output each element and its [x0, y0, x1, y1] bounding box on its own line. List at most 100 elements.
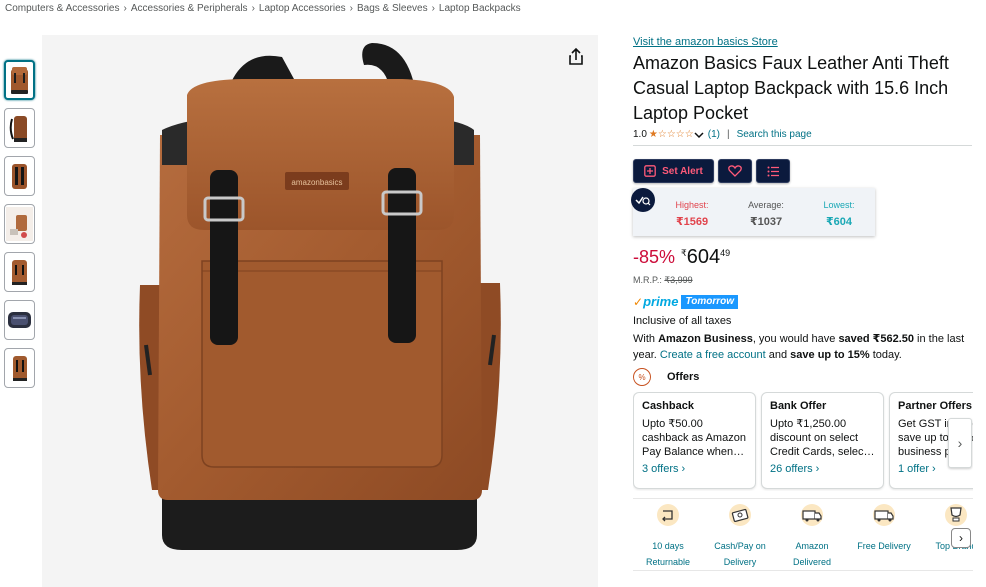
feature-label: Delivery — [723, 557, 757, 567]
feature-icons-row: 10 days Returnable Cash/Pay on Delivery Am… — [633, 502, 973, 572]
average-value: ₹1037 — [749, 216, 783, 228]
divider — [633, 570, 973, 571]
feature-label: Cash/Pay on — [714, 541, 766, 551]
prime-badge[interactable]: ✓ prime Tomorrow — [633, 294, 738, 309]
prime-check-icon: ✓ — [633, 294, 644, 309]
set-alert-label: Set Alert — [662, 165, 703, 177]
backpack-model-thumbnail — [13, 356, 27, 381]
offer-card-bank[interactable]: Bank Offer Upto ₹1,250.00 discount on se… — [761, 392, 884, 489]
backpack-side-thumbnail — [9, 116, 27, 142]
offers-percent-icon: % — [633, 368, 651, 386]
prime-logo: prime — [643, 294, 679, 309]
backpack-lifestyle-thumbnail — [6, 207, 33, 241]
offer-title: Partner Offers — [898, 400, 972, 412]
backpack-image: amazonbasics — [139, 43, 501, 550]
offers-header: % Offers — [633, 368, 699, 386]
product-main-image[interactable]: amazonbasics — [42, 35, 598, 587]
breadcrumb-separator: › — [431, 3, 435, 14]
breadcrumb-item[interactable]: Bags & Sleeves — [357, 3, 428, 14]
feature-cash-on-delivery[interactable]: Cash/Pay on Delivery — [705, 502, 775, 570]
chevron-right-icon[interactable]: › — [948, 418, 972, 468]
offer-title: Bank Offer — [770, 400, 827, 412]
offer-carousel: Cashback Upto ₹50.00 cashback as Amazon … — [633, 392, 973, 491]
offer-body: Upto ₹50.00 cashback as Amazon Pay Balan… — [642, 418, 746, 458]
share-icon[interactable] — [566, 47, 586, 67]
offer-link[interactable]: 26 offers › — [770, 463, 875, 475]
feature-label: Amazon — [795, 541, 829, 551]
amazon-delivered-icon — [777, 502, 847, 528]
returnable-icon — [633, 502, 703, 528]
business-text: and — [765, 349, 791, 361]
breadcrumb-item[interactable]: Laptop Backpacks — [439, 3, 521, 14]
feature-returnable[interactable]: 10 days Returnable — [633, 502, 703, 570]
lowest-price: Lowest: ₹604 — [809, 200, 869, 228]
create-account-link[interactable]: Create a free account — [660, 349, 766, 361]
rating-value: 1.0 — [633, 129, 647, 140]
price-history-box: Highest: ₹1569 Average: ₹1037 Lowest: ₹6… — [633, 188, 875, 236]
store-link[interactable]: Visit the amazon basics Store — [633, 36, 978, 48]
thumbnail-1[interactable] — [4, 60, 35, 100]
wishlist-button[interactable] — [718, 159, 752, 183]
list-icon — [767, 166, 779, 176]
price-list-button[interactable] — [756, 159, 790, 183]
thumbnail-strip — [4, 60, 37, 396]
business-text: today. — [869, 349, 902, 361]
cash-on-delivery-icon — [705, 502, 775, 528]
set-alert-button[interactable]: Set Alert — [633, 159, 714, 183]
offer-link[interactable]: 3 offers › — [642, 463, 747, 475]
breadcrumb-item[interactable]: Accessories & Peripherals — [131, 3, 248, 14]
backpack-front-thumbnail — [11, 67, 28, 94]
feature-label: Free Delivery — [857, 541, 911, 551]
chevron-right-icon[interactable]: › — [951, 528, 971, 548]
breadcrumb: Computers & Accessories › Accessories & Pe… — [5, 3, 521, 14]
product-title: Amazon Basics Faux Leather Anti Theft Ca… — [633, 53, 949, 123]
thumbnail-7[interactable] — [4, 348, 35, 388]
brand-tag-text: amazonbasics — [291, 178, 342, 187]
highest-value: ₹1569 — [675, 216, 709, 228]
breadcrumb-separator: › — [251, 3, 255, 14]
breadcrumb-item[interactable]: Laptop Accessories — [259, 3, 346, 14]
business-saved-amount: saved ₹562.50 — [838, 333, 914, 345]
highest-label: Highest: — [675, 200, 709, 210]
chevron-down-icon[interactable] — [694, 131, 704, 139]
offers-heading: Offers — [667, 371, 700, 383]
business-savings-note: With Amazon Business, you would have sav… — [633, 331, 973, 363]
discount-percent: -85% — [633, 247, 676, 267]
breadcrumb-item[interactable]: Computers & Accessories — [5, 3, 120, 14]
offer-card-cashback[interactable]: Cashback Upto ₹50.00 cashback as Amazon … — [633, 392, 756, 489]
free-delivery-icon — [849, 502, 919, 528]
feature-amazon-delivered[interactable]: Amazon Delivered — [777, 502, 847, 570]
average-label: Average: — [748, 200, 784, 210]
add-alert-icon — [644, 165, 656, 177]
business-text: , you would have — [752, 333, 839, 345]
backpack-angle-thumbnail — [12, 260, 27, 285]
business-text: With — [633, 333, 659, 345]
search-this-page-link[interactable]: Search this page — [737, 129, 812, 140]
thumbnail-6[interactable] — [4, 300, 35, 340]
breadcrumb-separator: › — [349, 3, 353, 14]
lowest-label: Lowest: — [823, 200, 855, 210]
feature-label: 10 days — [652, 541, 684, 551]
divider — [633, 498, 973, 499]
highest-price: Highest: ₹1569 — [662, 200, 722, 228]
thumbnail-4[interactable] — [4, 204, 35, 244]
lowest-value: ₹604 — [825, 216, 852, 228]
offer-body: Upto ₹1,250.00 discount on select Credit… — [770, 418, 875, 458]
feature-free-delivery[interactable]: Free Delivery — [849, 502, 919, 554]
taxes-note: Inclusive of all taxes — [633, 315, 732, 327]
rating-count-link[interactable]: (1) — [708, 129, 720, 140]
divider — [633, 145, 972, 146]
top-brand-icon — [921, 502, 973, 528]
business-save-upto: save up to 15% — [790, 349, 870, 361]
thumbnail-3[interactable] — [4, 156, 35, 196]
price-tracker-toolbar: Set Alert — [633, 159, 978, 183]
thumbnail-5[interactable] — [4, 252, 35, 292]
thumbnail-2[interactable] — [4, 108, 35, 148]
rating-row: 1.0 ★☆☆☆☆ (1) | Search this page — [633, 129, 978, 140]
backpack-interior-thumbnail — [8, 312, 31, 328]
heart-icon — [728, 165, 742, 177]
business-brand: Amazon Business — [658, 333, 753, 345]
price-whole: 604 — [686, 246, 721, 268]
star-rating-icon[interactable]: ★☆☆☆☆ — [649, 129, 694, 140]
price-tracker-logo-icon[interactable] — [631, 188, 655, 212]
